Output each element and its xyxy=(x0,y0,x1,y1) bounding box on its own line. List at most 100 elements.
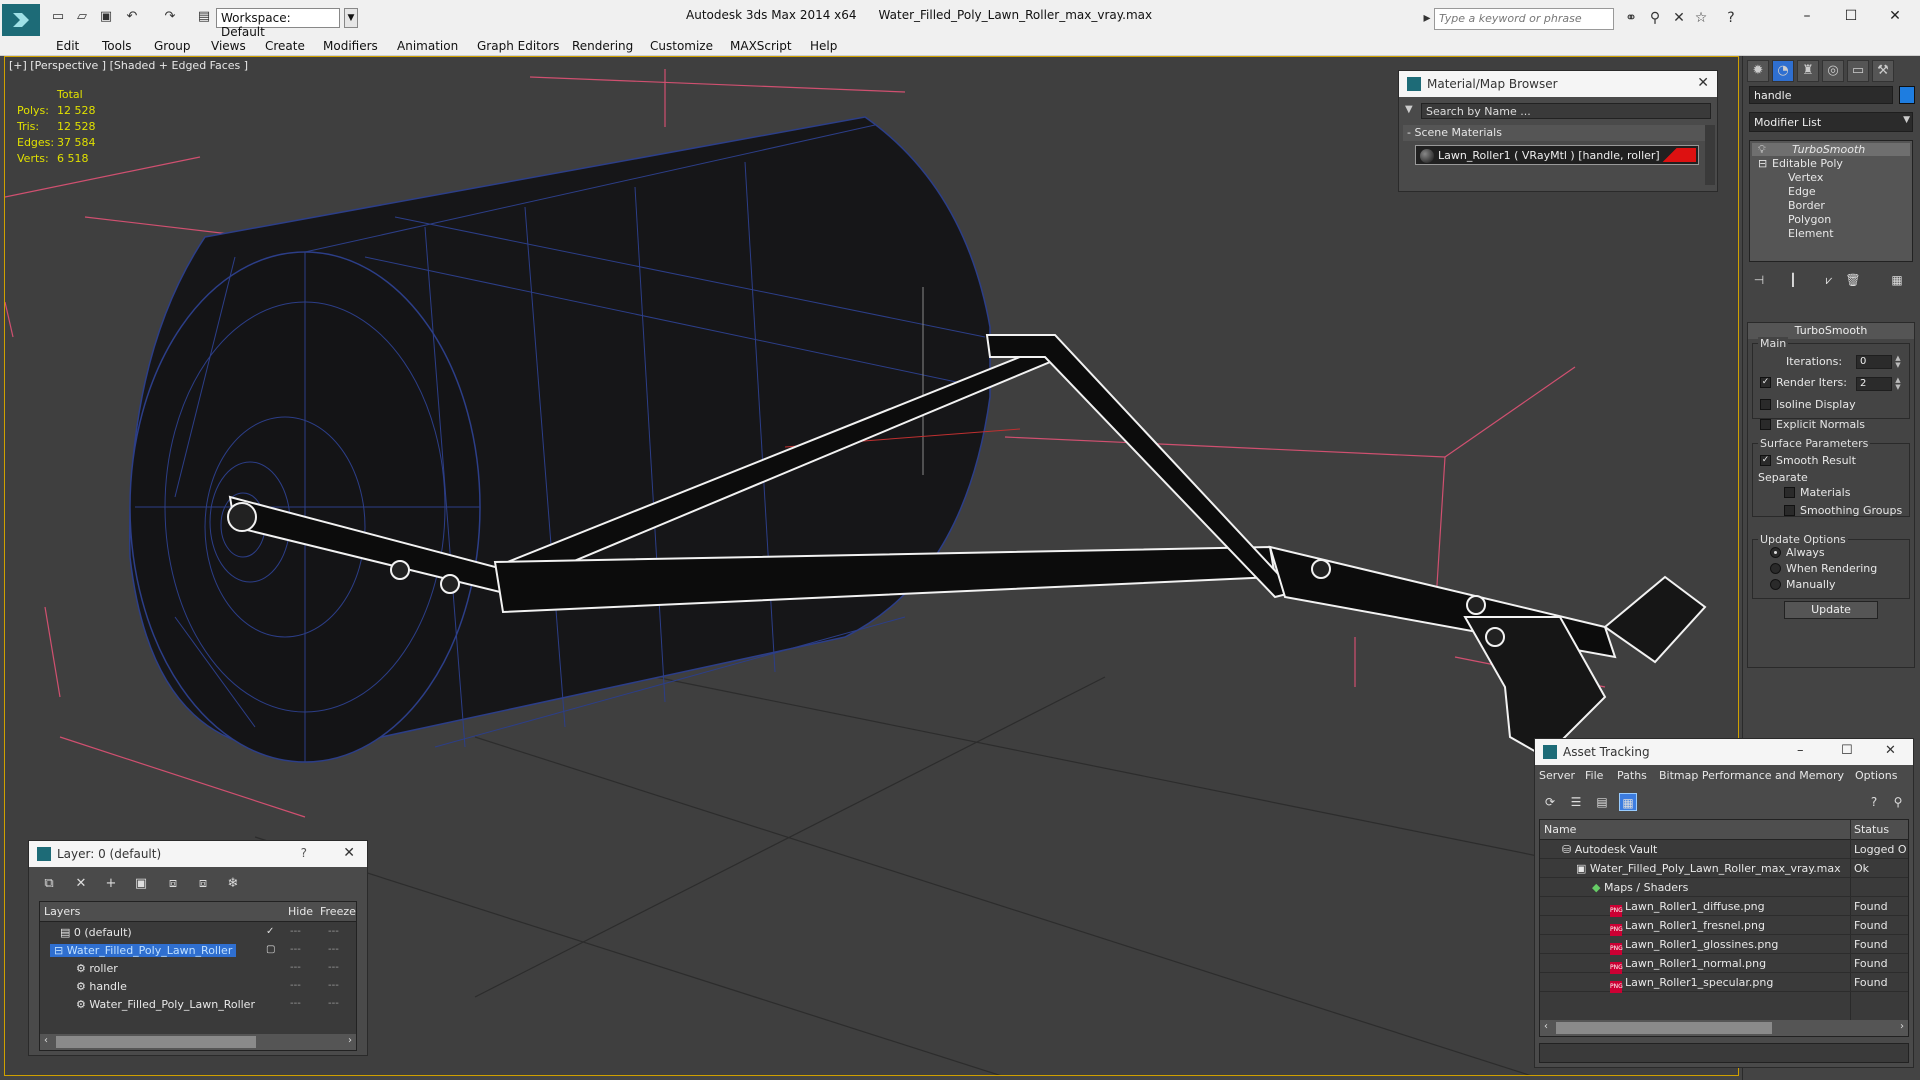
layer-row[interactable]: ⚙ handle --- --- xyxy=(40,978,356,996)
refresh-icon[interactable]: ⟳ xyxy=(1541,793,1559,811)
menu-paths[interactable]: Paths xyxy=(1617,769,1647,782)
menu-help[interactable]: Help xyxy=(810,39,837,53)
show-end-result-icon[interactable]: ┃ xyxy=(1783,270,1803,290)
render-iters-checkbox[interactable]: ✓ xyxy=(1760,377,1771,388)
layer-row[interactable]: ▤ 0 (default) ✓ --- --- xyxy=(40,924,356,942)
asset-row[interactable]: PNG Lawn_Roller1_diffuse.png Found xyxy=(1540,897,1908,917)
maximize-button[interactable]: ☐ xyxy=(1841,743,1853,758)
help-search-input[interactable]: Type a keyword or phrase xyxy=(1434,8,1614,30)
stack-item-edge[interactable]: Edge xyxy=(1788,185,1816,198)
help-icon[interactable]: ? xyxy=(1722,9,1740,27)
configure-modifier-sets-icon[interactable]: ▦ xyxy=(1887,270,1907,290)
asset-row[interactable]: PNG Lawn_Roller1_normal.png Found xyxy=(1540,954,1908,974)
pin-icon[interactable]: ⚲ xyxy=(1889,793,1907,811)
close-icon[interactable]: ✕ xyxy=(1697,75,1709,91)
spinner-arrows-icon[interactable]: ▲ ▼ xyxy=(1894,355,1902,369)
tree-view-icon[interactable]: ▤ xyxy=(1593,793,1611,811)
select-objects-icon[interactable]: ▣ xyxy=(131,875,151,893)
scroll-right-icon[interactable]: › xyxy=(348,1035,352,1046)
communication-icon[interactable]: ✕ xyxy=(1670,9,1688,27)
menu-views[interactable]: Views xyxy=(211,39,246,53)
object-color-swatch[interactable] xyxy=(1899,86,1915,104)
redo-icon[interactable]: ↷ xyxy=(162,9,178,25)
close-button[interactable]: ✕ xyxy=(1880,6,1910,26)
table-view-icon[interactable]: ▦ xyxy=(1619,793,1637,811)
asset-row[interactable]: PNG Lawn_Roller1_specular.png Found xyxy=(1540,973,1908,993)
asset-row[interactable]: PNG Lawn_Roller1_fresnel.png Found xyxy=(1540,916,1908,936)
freeze-toggle[interactable]: --- xyxy=(328,980,339,991)
modify-tab-icon[interactable]: ◔ xyxy=(1772,60,1794,82)
scroll-right-icon[interactable]: › xyxy=(1900,1021,1904,1032)
favorites-star-icon[interactable]: ☆ xyxy=(1692,9,1710,27)
menu-graph-editors[interactable]: Graph Editors xyxy=(477,39,559,53)
hierarchy-tab-icon[interactable]: ♜ xyxy=(1797,60,1819,82)
hide-all-layers-icon[interactable]: ⧈ xyxy=(193,875,213,893)
always-radio[interactable] xyxy=(1770,547,1781,558)
isoline-display-checkbox[interactable] xyxy=(1760,399,1771,410)
stack-item-turbosmooth[interactable]: TurboSmooth xyxy=(1752,143,1910,156)
asset-row[interactable]: ⛁ Autodesk Vault Logged O xyxy=(1540,840,1908,859)
workspace-dropdown[interactable]: Workspace: Default xyxy=(216,8,340,39)
project-folder-icon[interactable]: ▤ xyxy=(196,9,212,25)
hide-toggle[interactable]: --- xyxy=(290,926,301,937)
save-icon[interactable]: ▣ xyxy=(98,9,114,25)
asset-row[interactable]: ▣ Water_Filled_Poly_Lawn_Roller_max_vray… xyxy=(1540,859,1908,878)
subscription-icon[interactable]: ⚲ xyxy=(1646,9,1664,27)
hide-toggle[interactable]: --- xyxy=(290,980,301,991)
menu-server[interactable]: Server xyxy=(1539,769,1575,782)
col-freeze[interactable]: Freeze xyxy=(320,905,356,918)
list-view-icon[interactable]: ☰ xyxy=(1567,793,1585,811)
stack-expand-icon[interactable]: ⊟ xyxy=(1758,157,1767,170)
minimize-button[interactable]: – xyxy=(1792,6,1822,26)
maximize-button[interactable]: ☐ xyxy=(1836,6,1866,26)
make-unique-icon[interactable]: ⩗ xyxy=(1819,270,1839,290)
menu-maxscript[interactable]: MAXScript xyxy=(730,39,792,53)
add-to-layer-icon[interactable]: + xyxy=(101,875,121,893)
freeze-toggle[interactable]: --- xyxy=(328,926,339,937)
menu-create[interactable]: Create xyxy=(265,39,305,53)
pin-stack-icon[interactable]: ⊣ xyxy=(1749,270,1769,290)
menu-rendering[interactable]: Rendering xyxy=(572,39,633,53)
material-item[interactable]: Lawn_Roller1 ( VRayMtl ) [handle, roller… xyxy=(1415,145,1699,165)
col-status[interactable]: Status xyxy=(1854,823,1889,836)
app-logo-button[interactable] xyxy=(2,4,40,36)
hide-toggle[interactable]: --- xyxy=(290,962,301,973)
menu-tools[interactable]: Tools xyxy=(102,39,132,53)
menu-file[interactable]: File xyxy=(1585,769,1603,782)
create-layer-icon[interactable]: ⧉ xyxy=(39,875,59,893)
display-tab-icon[interactable]: ▭ xyxy=(1847,60,1869,82)
filter-dropdown-icon[interactable]: ▼ xyxy=(1405,104,1413,115)
hide-toggle[interactable]: --- xyxy=(290,998,301,1009)
freeze-toggle[interactable]: --- xyxy=(328,962,339,973)
create-tab-icon[interactable]: ✹ xyxy=(1747,60,1769,82)
highlight-layer-icon[interactable]: ⧈ xyxy=(163,875,183,893)
scrollbar-thumb[interactable] xyxy=(1556,1022,1772,1034)
stack-item-editable-poly[interactable]: Editable Poly xyxy=(1772,157,1843,170)
menu-animation[interactable]: Animation xyxy=(397,39,458,53)
smooth-result-checkbox[interactable]: ✓ xyxy=(1760,455,1771,466)
close-button[interactable]: ✕ xyxy=(1885,743,1896,758)
menu-customize[interactable]: Customize xyxy=(650,39,713,53)
lightbulb-icon[interactable]: 💡︎ xyxy=(1758,143,1766,157)
modifier-list-dropdown[interactable]: Modifier List ▼ xyxy=(1749,112,1913,132)
scene-materials-section[interactable]: - Scene Materials xyxy=(1403,125,1707,141)
viewport-label[interactable]: [+] [Perspective ] [Shaded + Edged Faces… xyxy=(9,59,248,72)
asset-row[interactable]: ◆ Maps / Shaders xyxy=(1540,878,1908,897)
motion-tab-icon[interactable]: ◎ xyxy=(1822,60,1844,82)
menu-group[interactable]: Group xyxy=(154,39,191,53)
binoculars-icon[interactable]: ⚭ xyxy=(1622,9,1640,27)
explicit-normals-checkbox[interactable] xyxy=(1760,419,1771,430)
new-file-icon[interactable]: ▭ xyxy=(50,9,66,25)
freeze-toggle[interactable]: --- xyxy=(328,998,339,1009)
undo-icon[interactable]: ↶ xyxy=(124,9,140,25)
spinner-arrows-icon[interactable]: ▲ ▼ xyxy=(1894,377,1902,391)
col-layers[interactable]: Layers xyxy=(44,905,80,918)
horizontal-scrollbar[interactable]: ‹ › xyxy=(40,1034,356,1050)
scrollbar-thumb[interactable] xyxy=(56,1036,256,1048)
stack-item-polygon[interactable]: Polygon xyxy=(1788,213,1831,226)
freeze-toggle[interactable]: --- xyxy=(328,944,339,955)
set-current-layer-icon[interactable]: ▢ xyxy=(266,944,275,955)
utilities-tab-icon[interactable]: ⚒ xyxy=(1872,60,1894,82)
freeze-all-layers-icon[interactable]: ❄ xyxy=(223,875,243,893)
close-icon[interactable]: ✕ xyxy=(343,845,355,861)
